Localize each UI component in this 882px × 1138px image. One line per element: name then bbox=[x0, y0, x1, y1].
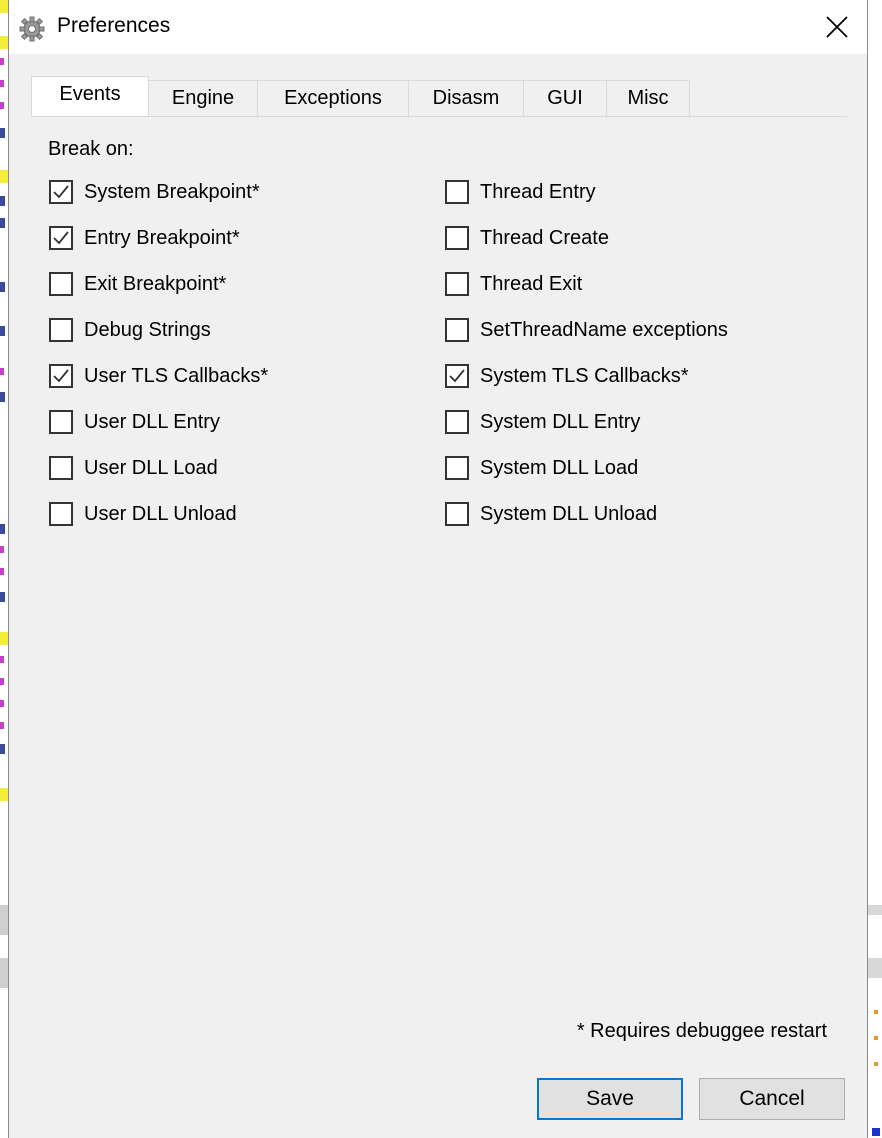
checkbox-system-breakpoint[interactable]: System Breakpoint* bbox=[49, 177, 260, 207]
checkbox-system-dll-entry[interactable]: System DLL Entry bbox=[445, 407, 640, 437]
close-button[interactable] bbox=[811, 6, 863, 48]
checkbox-box[interactable] bbox=[445, 364, 469, 388]
background-app-right-edge bbox=[868, 0, 882, 1138]
checkbox-box[interactable] bbox=[445, 226, 469, 250]
checkbox-thread-entry[interactable]: Thread Entry bbox=[445, 177, 596, 207]
checkbox-box[interactable] bbox=[49, 318, 73, 342]
tab-disasm[interactable]: Disasm bbox=[408, 80, 524, 116]
checkbox-box[interactable] bbox=[49, 180, 73, 204]
tab-engine[interactable]: Engine bbox=[148, 80, 258, 116]
checkbox-label: System DLL Load bbox=[480, 456, 639, 479]
checkbox-box[interactable] bbox=[49, 226, 73, 250]
title-bar[interactable]: Preferences bbox=[9, 0, 867, 54]
checkbox-box[interactable] bbox=[49, 364, 73, 388]
checkbox-label: Thread Exit bbox=[480, 272, 583, 295]
tab-misc[interactable]: Misc bbox=[606, 80, 690, 116]
checkbox-label: Debug Strings bbox=[84, 318, 211, 341]
checkbox-label: Thread Entry bbox=[480, 180, 596, 203]
checkbox-label: User DLL Unload bbox=[84, 502, 237, 525]
checkbox-debug-strings[interactable]: Debug Strings bbox=[49, 315, 211, 345]
checkbox-label: User DLL Entry bbox=[84, 410, 220, 433]
checkbox-label: System DLL Entry bbox=[480, 410, 641, 433]
window-title: Preferences bbox=[57, 14, 171, 37]
checkbox-user-dll-entry[interactable]: User DLL Entry bbox=[49, 407, 220, 437]
checkbox-box[interactable] bbox=[445, 456, 469, 480]
tab-gui[interactable]: GUI bbox=[523, 80, 607, 116]
checkbox-box[interactable] bbox=[49, 410, 73, 434]
checkbox-setthreadname-exceptions[interactable]: SetThreadName exceptions bbox=[445, 315, 728, 345]
check-icon bbox=[53, 185, 69, 199]
save-button[interactable]: Save bbox=[537, 1078, 683, 1120]
checkbox-box[interactable] bbox=[445, 410, 469, 434]
check-icon bbox=[53, 231, 69, 245]
checkbox-label: Thread Create bbox=[480, 226, 609, 249]
tab-events[interactable]: Events bbox=[31, 76, 149, 116]
checkbox-thread-create[interactable]: Thread Create bbox=[445, 223, 609, 253]
checkbox-label: User TLS Callbacks* bbox=[84, 364, 269, 387]
checkbox-label: Exit Breakpoint* bbox=[84, 272, 227, 295]
checkbox-system-tls-callbacks[interactable]: System TLS Callbacks* bbox=[445, 361, 689, 391]
tab-exceptions[interactable]: Exceptions bbox=[257, 80, 409, 116]
gear-icon bbox=[19, 16, 45, 42]
checkbox-box[interactable] bbox=[445, 502, 469, 526]
tab-bar: Events Engine Exceptions Disasm GUI Misc bbox=[31, 76, 690, 116]
checkbox-label: User DLL Load bbox=[84, 456, 218, 479]
restart-note: * Requires debuggee restart bbox=[576, 1020, 827, 1042]
checkbox-box[interactable] bbox=[445, 318, 469, 342]
checkbox-system-dll-load[interactable]: System DLL Load bbox=[445, 453, 638, 483]
break-on-heading: Break on: bbox=[48, 138, 134, 160]
checkbox-user-dll-load[interactable]: User DLL Load bbox=[49, 453, 218, 483]
checkbox-box[interactable] bbox=[49, 456, 73, 480]
checkbox-user-dll-unload[interactable]: User DLL Unload bbox=[49, 499, 237, 529]
checkbox-box[interactable] bbox=[49, 272, 73, 296]
checkbox-box[interactable] bbox=[445, 180, 469, 204]
checkbox-label: Entry Breakpoint* bbox=[84, 226, 240, 249]
tab-panel-border bbox=[31, 116, 847, 117]
checkbox-entry-breakpoint[interactable]: Entry Breakpoint* bbox=[49, 223, 240, 253]
cancel-button[interactable]: Cancel bbox=[699, 1078, 845, 1120]
preferences-dialog: Preferences Events Engine Exceptions Dis… bbox=[8, 0, 868, 1138]
checkbox-label: System DLL Unload bbox=[480, 502, 658, 525]
checkbox-box[interactable] bbox=[49, 502, 73, 526]
check-icon bbox=[449, 369, 465, 383]
checkbox-label: System TLS Callbacks* bbox=[480, 364, 689, 387]
background-app-left-edge bbox=[0, 0, 8, 1138]
checkbox-label: SetThreadName exceptions bbox=[480, 318, 728, 341]
checkbox-user-tls-callbacks[interactable]: User TLS Callbacks* bbox=[49, 361, 268, 391]
checkbox-system-dll-unload[interactable]: System DLL Unload bbox=[445, 499, 657, 529]
checkbox-label: System Breakpoint* bbox=[84, 180, 260, 203]
check-icon bbox=[53, 369, 69, 383]
close-icon bbox=[826, 16, 848, 38]
checkbox-thread-exit[interactable]: Thread Exit bbox=[445, 269, 582, 299]
checkbox-exit-breakpoint[interactable]: Exit Breakpoint* bbox=[49, 269, 226, 299]
checkbox-box[interactable] bbox=[445, 272, 469, 296]
